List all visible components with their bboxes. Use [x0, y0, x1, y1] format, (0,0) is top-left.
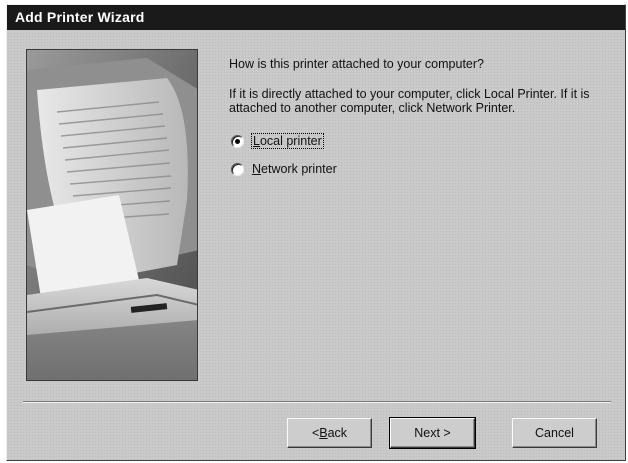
- local-printer-radio[interactable]: [231, 134, 244, 148]
- window-title: Add Printer Wizard: [15, 9, 145, 25]
- network-printer-option[interactable]: Network printer: [229, 160, 609, 178]
- network-printer-label-rest: etwork printer: [261, 162, 337, 176]
- local-printer-label-rest: ocal printer: [259, 134, 322, 148]
- wizard-question: How is this printer attached to your com…: [229, 57, 484, 71]
- network-printer-label[interactable]: Network printer: [252, 162, 337, 176]
- wizard-instruction: If it is directly attached to your compu…: [229, 87, 590, 115]
- button-separator: [23, 401, 611, 403]
- title-bar[interactable]: Add Printer Wizard: [7, 5, 625, 30]
- add-printer-wizard-dialog: Add Printer Wizard How is this printer a…: [6, 4, 626, 461]
- local-printer-option[interactable]: Local printer: [229, 132, 609, 150]
- cancel-button[interactable]: Cancel: [512, 418, 597, 448]
- next-button[interactable]: Next >: [389, 417, 476, 449]
- network-printer-radio[interactable]: [231, 162, 244, 176]
- local-printer-label[interactable]: Local printer: [251, 133, 324, 149]
- back-button[interactable]: < Back: [287, 418, 372, 448]
- back-button-prefix: <: [311, 426, 320, 440]
- back-button-mnemonic: B: [319, 426, 328, 440]
- printer-illustration-icon: [27, 50, 197, 380]
- network-printer-mnemonic: N: [252, 162, 262, 176]
- printer-illustration-image: [26, 49, 198, 381]
- back-button-rest: ack: [327, 426, 348, 440]
- wizard-content: How is this printer attached to your com…: [229, 57, 609, 178]
- local-printer-mnemonic: L: [253, 134, 260, 148]
